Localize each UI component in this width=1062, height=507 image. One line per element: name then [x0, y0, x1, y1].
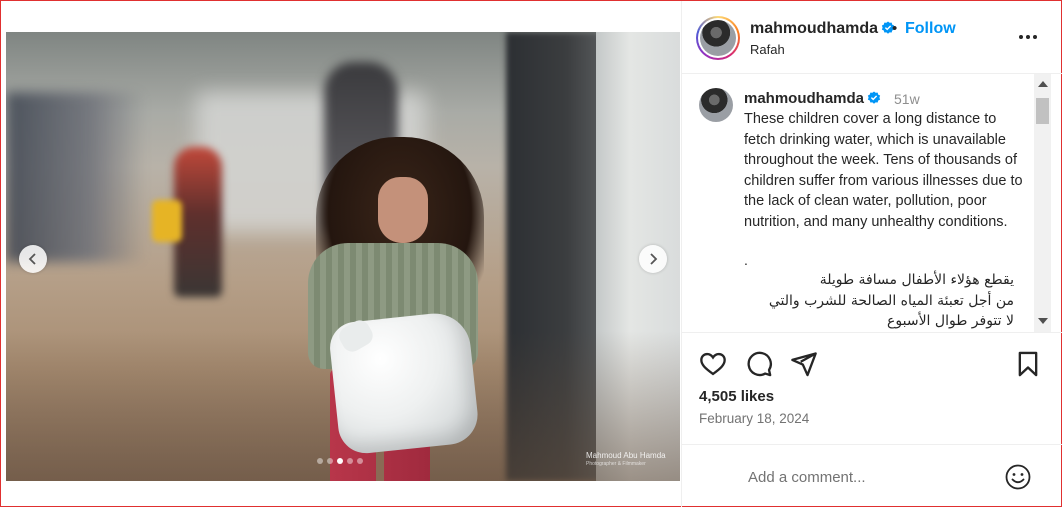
caption-scrollbar[interactable]	[1034, 74, 1051, 332]
post-image[interactable]: Mahmoud Abu Hamda Photographer & Filmmak…	[6, 32, 680, 481]
comment-input[interactable]	[748, 466, 988, 488]
comment-icon[interactable]	[745, 350, 773, 378]
caption-username[interactable]: mahmoudhamda	[744, 90, 864, 107]
share-icon[interactable]	[790, 350, 818, 378]
caption-text-arabic: يقطع هؤلاء الأطفال مسافة طويلة من أجل تع…	[744, 270, 1014, 332]
caption-arabic-line: لا تتوفر طوال الأسبوع	[887, 313, 1014, 329]
carousel-dot	[327, 458, 333, 464]
photo-watermark: Mahmoud Abu Hamda Photographer & Filmmak…	[586, 451, 666, 469]
caption-timestamp[interactable]: 51w	[894, 91, 920, 107]
post-date[interactable]: February 18, 2024	[699, 411, 809, 426]
heart-icon[interactable]	[699, 350, 727, 378]
chevron-left-icon	[28, 253, 36, 265]
caption-text-english: These children cover a long distance to …	[744, 111, 1023, 230]
scroll-up-arrow-icon[interactable]	[1038, 81, 1048, 87]
follow-button[interactable]: Follow	[905, 20, 956, 38]
carousel-dot	[317, 458, 323, 464]
scroll-down-arrow-icon[interactable]	[1038, 318, 1048, 324]
author-avatar[interactable]	[696, 16, 740, 60]
post-window: Mahmoud Abu Hamda Photographer & Filmmak…	[0, 0, 1062, 507]
caption-author-avatar[interactable]	[699, 88, 733, 122]
photo-face	[378, 177, 428, 243]
watermark-subtitle: Photographer & Filmmaker	[586, 461, 646, 467]
carousel-indicator	[317, 458, 363, 464]
like-count[interactable]: 4,505 likes	[699, 388, 774, 405]
photo-girl-carrying-jug	[296, 137, 496, 481]
post-header: mahmoudhamda • Follow Rafah	[682, 1, 1062, 74]
header-separator: •	[892, 20, 898, 37]
scrollbar-thumb[interactable]	[1036, 98, 1049, 124]
caption-area: mahmoudhamda 51w These children cover a …	[682, 74, 1062, 332]
bookmark-icon[interactable]	[1014, 350, 1042, 378]
emoji-icon[interactable]	[1005, 464, 1031, 490]
carousel-dot	[347, 458, 353, 464]
post-location[interactable]: Rafah	[750, 42, 785, 57]
add-comment-bar	[682, 444, 1062, 507]
post-actions: 4,505 likes February 18, 2024	[682, 332, 1062, 444]
verified-badge-icon	[867, 91, 881, 104]
chevron-right-icon	[650, 253, 658, 265]
more-options-icon[interactable]	[1017, 26, 1039, 48]
next-slide-button[interactable]	[639, 245, 667, 273]
caption-arabic-line: من أجل تعبئة المياه الصالحة للشرب والتي	[768, 292, 1014, 309]
post-details-panel: mahmoudhamda • Follow Rafah mahmoudhamda…	[681, 1, 1062, 507]
watermark-name: Mahmoud Abu Hamda	[586, 451, 666, 460]
carousel-dot-active	[337, 458, 343, 464]
photo-yellow-jug	[152, 200, 182, 242]
caption-separator: .	[744, 252, 748, 268]
caption-arabic-line: يقطع هؤلاء الأطفال مسافة طويلة	[819, 272, 1014, 288]
photo-background-blur	[6, 92, 146, 262]
carousel-dot	[357, 458, 363, 464]
author-username[interactable]: mahmoudhamda	[750, 20, 878, 37]
previous-slide-button[interactable]	[19, 245, 47, 273]
